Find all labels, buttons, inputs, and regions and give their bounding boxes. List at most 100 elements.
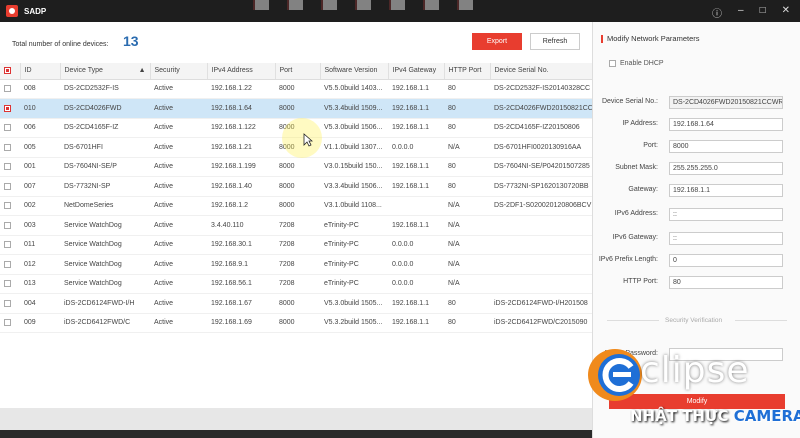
ipv6-prefix-length-field[interactable]: 0 [669, 254, 783, 267]
table-cell: V5.3.0build 1505... [320, 293, 388, 314]
brand-tagline: NHẬT THỰC CAMERA [630, 407, 800, 425]
dhcp-label: Enable DHCP [620, 60, 664, 67]
subnet-mask-label: Subnet Mask: [615, 164, 658, 171]
table-row[interactable]: 002 NetDomeSeries Active 192.168.1.2 8000 V3.… [0, 196, 592, 216]
minimize-button[interactable]: – [738, 5, 744, 20]
table-row[interactable]: 008 DS-2CD2532F-IS Active 192.168.1.22 8000 V… [0, 79, 592, 99]
table-cell: 192.168.1.1 [388, 79, 444, 99]
row-checkbox[interactable] [0, 98, 20, 119]
table-cell: iDS-2CD6124FWD-I/H201508 [490, 293, 592, 314]
table-cell: N/A [444, 215, 490, 236]
table-cell: iDS-2CD6412FWD/C2015090 [490, 313, 592, 333]
table-cell: iDS-2CD6124FWD-I/H [60, 293, 150, 314]
row-checkbox[interactable] [0, 235, 20, 255]
column-header[interactable]: Software Version [320, 63, 389, 80]
port-field[interactable]: 8000 [669, 140, 783, 153]
enable-dhcp-checkbox[interactable]: Enable DHCP [609, 60, 664, 67]
table-cell: 192.168.1.1 [388, 157, 444, 177]
device-table: ID Device Type ▲ Security IPv4 Address Po… [0, 63, 593, 333]
dhcp-checkbox-box[interactable] [609, 60, 616, 67]
column-header[interactable]: Security [150, 63, 208, 80]
info-icon[interactable]: ⓘ [712, 5, 722, 20]
table-cell: DS-2CD4026FWD20150821CC [490, 98, 592, 119]
table-row[interactable]: 003 Service WatchDog Active 3.4.40.110 7208 e… [0, 215, 592, 236]
column-header[interactable]: ID [20, 63, 61, 80]
table-cell: 011 [20, 235, 60, 255]
status-bar [0, 408, 592, 430]
table-cell: V5.5.0build 1403... [320, 79, 388, 99]
column-header[interactable]: IPv4 Address [207, 63, 276, 80]
table-cell: 013 [20, 274, 60, 294]
refresh-button[interactable]: Refresh [530, 33, 580, 50]
table-cell: V3.3.4build 1506... [320, 176, 388, 197]
table-cell: DS-6701HFI0020130916AA [490, 137, 592, 158]
row-checkbox[interactable] [0, 254, 20, 275]
table-row[interactable]: 004 iDS-2CD6124FWD-I/H Active 192.168.1.67 8… [0, 293, 592, 314]
table-cell: Service WatchDog [60, 254, 150, 275]
table-cell: 80 [444, 313, 490, 333]
ipv6-gateway-field[interactable]: :: [669, 232, 783, 245]
row-checkbox[interactable] [0, 137, 20, 158]
table-cell: eTrinity-PC [320, 274, 388, 294]
table-cell: NetDomeSeries [60, 196, 150, 216]
table-cell: 7208 [275, 215, 320, 236]
table-cell: 192.168.1.1 [388, 176, 444, 197]
http-port-label: HTTP Port: [623, 278, 658, 285]
column-header[interactable]: IPv4 Gateway [388, 63, 445, 80]
table-cell: 002 [20, 196, 60, 216]
ipv6-address-field[interactable]: :: [669, 208, 783, 221]
ip-address-field[interactable]: 192.168.1.64 [669, 118, 783, 131]
table-row[interactable]: 011 Service WatchDog Active 192.168.30.1 720… [0, 235, 592, 255]
row-checkbox[interactable] [0, 118, 20, 138]
table-cell: N/A [444, 254, 490, 275]
table-cell: 80 [444, 118, 490, 138]
eclipse-logo-icon [588, 349, 642, 401]
maximize-button[interactable]: □ [760, 5, 766, 20]
close-button[interactable]: ✕ [782, 5, 790, 20]
table-row[interactable]: 012 Service WatchDog Active 192.168.9.1 7208… [0, 254, 592, 275]
table-cell: V5.3.0build 1506... [320, 118, 388, 138]
table-cell: eTrinity-PC [320, 254, 388, 275]
online-devices-label: Total number of online devices: [12, 41, 109, 48]
table-cell: DS-7604NI-SE/P [60, 157, 150, 177]
column-header[interactable]: Device Serial No. [490, 63, 593, 80]
table-cell: 8000 [275, 176, 320, 197]
table-cell: DS-2DF1-S020020120806BCV [490, 196, 592, 216]
table-cell: 192.168.1.1 [388, 293, 444, 314]
row-checkbox[interactable] [0, 215, 20, 236]
subnet-mask-field[interactable]: 255.255.255.0 [669, 162, 783, 175]
table-cell: Active [150, 157, 207, 177]
column-header[interactable]: HTTP Port [444, 63, 491, 80]
table-cell: DS-2CD4165F-IZ20150806 [490, 118, 592, 138]
mouse-cursor-icon [303, 133, 313, 147]
gateway-field[interactable]: 192.168.1.1 [669, 184, 783, 197]
row-checkbox[interactable] [0, 274, 20, 294]
table-cell: 7208 [275, 274, 320, 294]
row-checkbox[interactable] [0, 293, 20, 314]
row-checkbox[interactable] [0, 176, 20, 197]
select-all-checkbox[interactable] [0, 63, 21, 80]
title-bar: SADP ⓘ – □ ✕ [0, 0, 800, 22]
row-checkbox[interactable] [0, 313, 20, 333]
http-port-field[interactable]: 80 [669, 276, 783, 289]
column-header[interactable]: Port [275, 63, 321, 80]
table-cell: 192.168.1.199 [207, 157, 275, 177]
table-cell: 192.168.56.1 [207, 274, 275, 294]
table-cell: 7208 [275, 235, 320, 255]
table-row[interactable]: 013 Service WatchDog Active 192.168.56.1 720… [0, 274, 592, 294]
table-row[interactable]: 009 iDS-2CD6412FWD/C Active 192.168.1.69 800… [0, 313, 592, 333]
row-checkbox[interactable] [0, 79, 20, 99]
device-serial-field[interactable]: DS-2CD4026FWD20150821CCWR5 [669, 96, 783, 109]
column-header[interactable]: Device Type ▲ [60, 63, 151, 80]
table-row[interactable]: 007 DS-7732NI-SP Active 192.168.1.40 8000 V3.… [0, 176, 592, 197]
row-checkbox[interactable] [0, 157, 20, 177]
table-row[interactable]: 001 DS-7604NI-SE/P Active 192.168.1.199 8000… [0, 157, 592, 177]
table-cell: N/A [444, 235, 490, 255]
table-cell: 0.0.0.0 [388, 235, 444, 255]
row-checkbox[interactable] [0, 196, 20, 216]
table-cell: Active [150, 98, 207, 119]
table-row[interactable]: 010 DS-2CD4026FWD Active 192.168.1.64 8000 V5… [0, 98, 592, 119]
export-button[interactable]: Export [472, 33, 522, 50]
table-cell: 010 [20, 98, 60, 119]
table-cell: 80 [444, 176, 490, 197]
